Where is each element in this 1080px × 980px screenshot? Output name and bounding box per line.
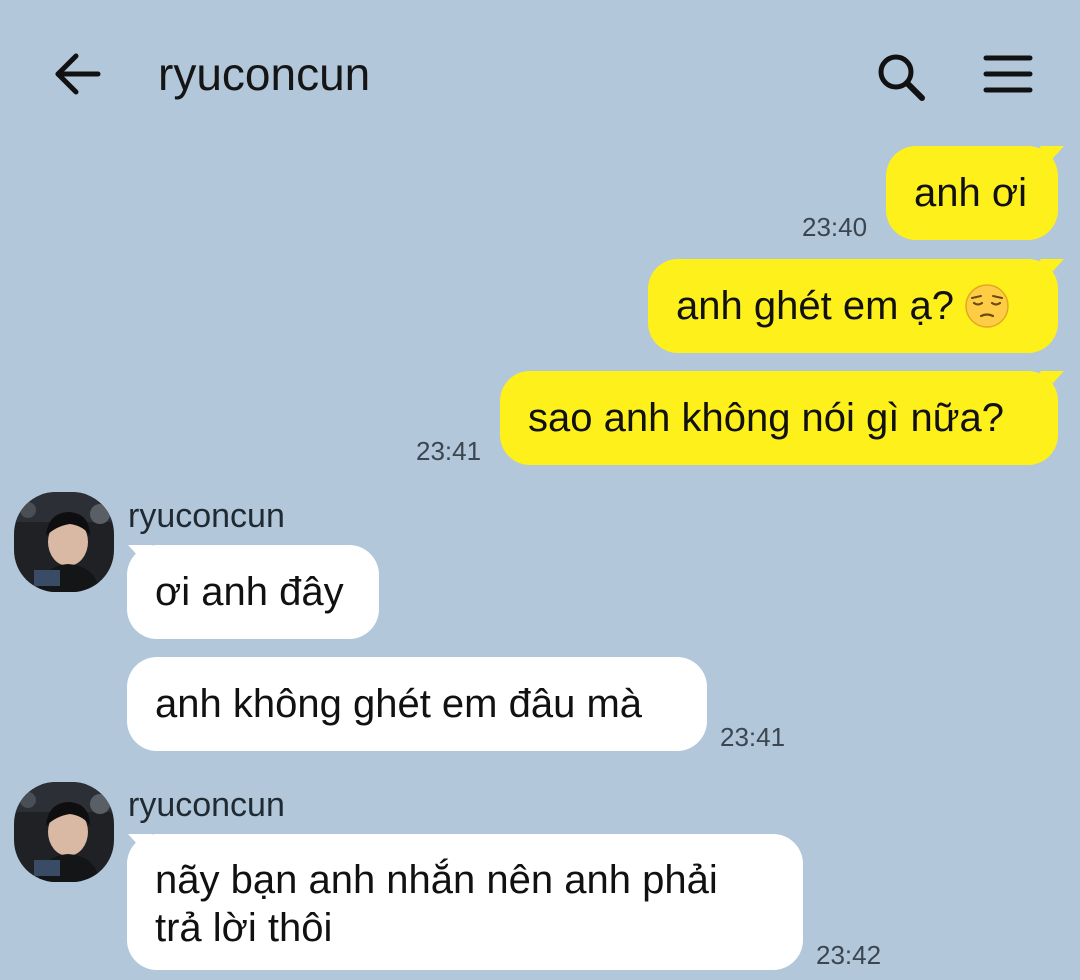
outgoing-message-bubble[interactable]: anh ghét em ạ? — [648, 259, 1058, 353]
incoming-message-bubble[interactable]: ơi anh đây — [127, 545, 379, 639]
sender-name: ryuconcun — [128, 786, 285, 824]
sender-name: ryuconcun — [128, 497, 285, 535]
bubble-tail — [1040, 259, 1064, 281]
message-time: 23:40 — [802, 212, 868, 242]
message-text: anh ghét em ạ? — [676, 284, 954, 328]
avatar-photo — [14, 492, 114, 592]
avatar[interactable] — [14, 492, 114, 592]
back-arrow-icon — [55, 53, 101, 95]
chat-title: ryuconcun — [158, 48, 371, 100]
menu-button[interactable] — [980, 48, 1036, 100]
message-text: sao anh không nói gì nữa? — [528, 396, 1005, 440]
chat-header: ryuconcun — [0, 0, 1080, 150]
bubble-tail — [1040, 371, 1064, 393]
search-icon — [878, 54, 925, 101]
outgoing-message-bubble[interactable]: sao anh không nói gì nữa? — [500, 371, 1058, 465]
message-text-line: nãy bạn anh nhắn nên anh phải — [155, 858, 718, 902]
message-text: anh ơi — [914, 171, 1027, 215]
message-text: ơi anh đây — [155, 570, 344, 614]
incoming-message-bubble[interactable]: nãy bạn anh nhắn nên anh phải trả lời th… — [127, 834, 803, 970]
hamburger-menu-icon — [983, 55, 1033, 93]
outgoing-message-bubble[interactable]: anh ơi — [886, 146, 1058, 240]
pensive-face-emoji — [965, 284, 1009, 328]
message-text-line: trả lời thôi — [155, 906, 333, 950]
message-time: 23:42 — [816, 940, 882, 970]
avatar-photo — [14, 782, 114, 882]
message-text: anh không ghét em đâu mà — [155, 682, 643, 726]
back-button[interactable] — [50, 48, 106, 100]
bubble-tail — [1040, 146, 1064, 168]
incoming-message-bubble[interactable]: anh không ghét em đâu mà — [127, 657, 707, 751]
search-button[interactable] — [872, 48, 928, 104]
message-time: 23:41 — [416, 436, 482, 466]
avatar[interactable] — [14, 782, 114, 882]
message-time: 23:41 — [720, 722, 786, 752]
